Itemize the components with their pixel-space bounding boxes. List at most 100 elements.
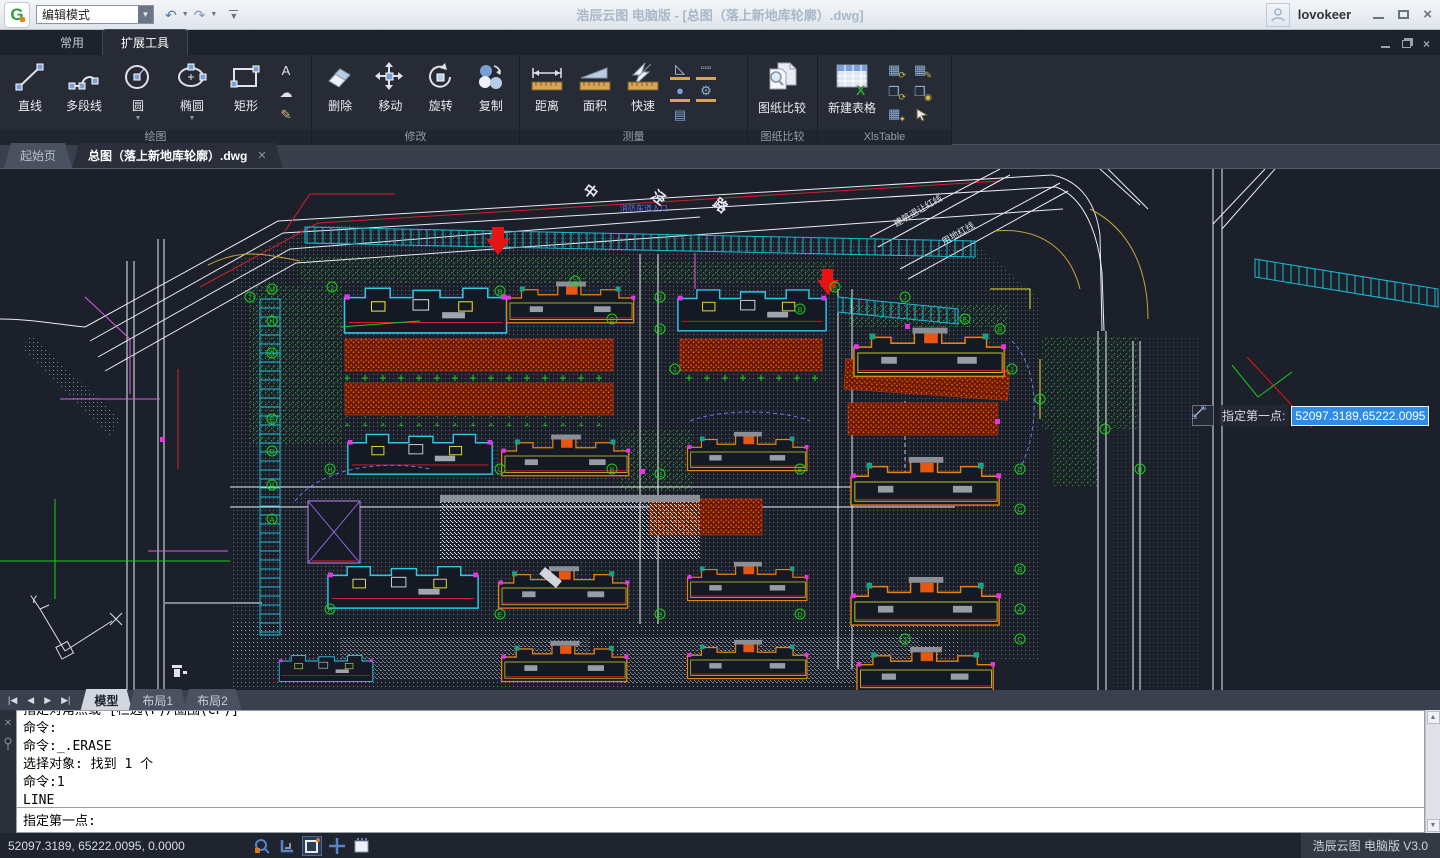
svg-text:M: M: [269, 287, 275, 294]
layout-tab-bar: |◀ ◀ ▶ ▶| 模型 布局1 布局2: [0, 690, 1440, 710]
ribbon-tab-common[interactable]: 常用: [42, 30, 102, 55]
table-edit-icon[interactable]: ▦✎: [912, 61, 932, 80]
mode-select-value: 编辑模式: [42, 6, 90, 23]
dynamic-input-value[interactable]: 52097.3189,65222.0095: [1291, 406, 1429, 426]
mdi-window-controls: ×: [1371, 39, 1440, 55]
sketch-pen-icon[interactable]: ✎: [276, 105, 296, 124]
svg-text:A: A: [270, 517, 275, 524]
svg-text:8: 8: [833, 285, 837, 292]
svg-text:B: B: [798, 307, 803, 314]
area-button[interactable]: 面积: [572, 57, 618, 129]
line-command-icon: [1192, 405, 1214, 426]
new-table-icon: X: [832, 59, 872, 97]
rotate-button[interactable]: 旋转: [417, 57, 465, 129]
mdi-minimize-button[interactable]: [1381, 41, 1390, 48]
revision-cloud-icon[interactable]: ☁: [276, 83, 296, 102]
minimize-button[interactable]: [1373, 10, 1384, 19]
close-doc-icon[interactable]: ✕: [257, 149, 266, 162]
distance-button[interactable]: 距离: [524, 57, 570, 129]
svg-text:L: L: [498, 467, 502, 474]
tab-layout1[interactable]: 布局1: [128, 689, 187, 712]
radius-measure-icon[interactable]: ●: [670, 83, 690, 102]
rectangle-button[interactable]: 矩形: [220, 57, 272, 129]
document-tab-bar: 起始页 总图（落上新地库轮廓）.dwg ✕: [0, 145, 1440, 168]
tab-layout2[interactable]: 布局2: [183, 689, 242, 712]
titlebar: G 编辑模式 ▼ ↶ ▼ ↷ ▼ ▼ 浩辰云图 电脑版 - [总图（落上新地库轮…: [0, 0, 1440, 30]
first-layout-icon[interactable]: |◀: [8, 695, 17, 706]
ellipse-button[interactable]: 椭圆 ▼: [166, 57, 218, 129]
circle-button[interactable]: 圆 ▼: [112, 57, 164, 129]
object-snap-icon[interactable]: [302, 836, 322, 856]
scroll-down-icon[interactable]: ▼: [1427, 819, 1440, 832]
settings-measure-icon[interactable]: ⚙: [696, 83, 716, 102]
last-layout-icon[interactable]: ▶|: [61, 695, 70, 706]
quick-measure-button[interactable]: 快速: [620, 57, 666, 129]
command-close-icon[interactable]: ✕: [4, 718, 12, 729]
mdi-restore-button[interactable]: [1402, 40, 1411, 48]
sheet-link-icon[interactable]: ❐◉: [912, 83, 932, 102]
command-input[interactable]: 指定第一点:: [17, 807, 1424, 832]
circle-dropdown-icon[interactable]: ▼: [135, 115, 142, 122]
select-table-icon[interactable]: [912, 105, 932, 124]
erase-button[interactable]: 删除: [316, 57, 364, 129]
close-button[interactable]: ×: [1423, 9, 1432, 21]
command-pin-icon[interactable]: [3, 737, 13, 751]
command-line: 命令:_.ERASE: [23, 738, 1418, 756]
svg-text:C: C: [1017, 507, 1022, 514]
rectangle-icon: [228, 59, 264, 95]
mdi-close-button[interactable]: ×: [1423, 39, 1430, 49]
ribbon-tab-extended-tools[interactable]: 扩展工具: [102, 29, 188, 55]
group-label-xlstable: XlsTable: [818, 130, 951, 145]
drawing-compare-button[interactable]: 图纸比较: [752, 57, 812, 129]
redo-dropdown-icon[interactable]: ▼: [208, 11, 219, 18]
drawing-viewport[interactable]: MHG 71B 2CJ B1B 8JE B12 EDB AHL BJB DCB …: [0, 168, 1440, 690]
svg-text:A: A: [1018, 607, 1023, 614]
drawing-canvas[interactable]: MHG 71B 2CJ B1B 8JE B12 EDB AHL BJB DCB …: [0, 169, 1440, 691]
line-button[interactable]: 直线: [4, 57, 56, 129]
svg-text:J: J: [658, 472, 662, 479]
redo-icon[interactable]: ↷: [193, 6, 207, 24]
mode-select[interactable]: 编辑模式 ▼: [36, 5, 154, 24]
ortho-mode-icon[interactable]: [277, 836, 297, 856]
scroll-up-icon[interactable]: ▲: [1427, 711, 1440, 724]
command-scrollbar[interactable]: ▲ ▼: [1425, 710, 1440, 833]
sheet-update-icon[interactable]: ❐⟳: [886, 83, 906, 102]
circle-icon: [120, 59, 156, 95]
model-space-icon[interactable]: [352, 836, 372, 856]
copy-button[interactable]: 复制: [467, 57, 515, 129]
next-layout-icon[interactable]: ▶: [44, 695, 51, 706]
svg-text:H: H: [327, 467, 332, 474]
zoom-tool-icon[interactable]: [252, 836, 272, 856]
angle-measure-icon[interactable]: ◺: [670, 61, 690, 80]
dynamic-input-tooltip: 指定第一点: 52097.3189,65222.0095: [1192, 405, 1429, 426]
tab-model[interactable]: 模型: [80, 689, 132, 712]
polyline-button[interactable]: 多段线: [58, 57, 110, 129]
move-button[interactable]: 移动: [366, 57, 414, 129]
customize-toolbar-icon[interactable]: ▼: [229, 10, 238, 20]
command-history[interactable]: 指定对角点或 [栏选(F)/圈围(CP)] 命令: 命令:_.ERASE 选择对…: [17, 711, 1424, 807]
command-window: ✕ 指定对角点或 [栏选(F)/圈围(CP)] 命令: 命令:_.ERASE 选…: [0, 710, 1440, 833]
coordinates-measure-icon[interactable]: ▫▫▫: [696, 61, 716, 80]
svg-text:1: 1: [673, 367, 677, 374]
crosshair-mode-icon[interactable]: [327, 836, 347, 856]
app-logo-icon[interactable]: G: [4, 2, 30, 28]
svg-text:C: C: [1017, 637, 1022, 644]
list-measure-icon[interactable]: ▤: [670, 105, 690, 124]
tab-start-page[interactable]: 起始页: [4, 143, 72, 168]
table-update-icon[interactable]: ▦⟳: [886, 61, 906, 80]
user-avatar[interactable]: [1266, 3, 1290, 27]
maximize-button[interactable]: [1398, 10, 1409, 19]
tab-drawing-dwg[interactable]: 总图（落上新地库轮廓）.dwg ✕: [72, 143, 283, 168]
chevron-down-icon[interactable]: ▼: [138, 6, 153, 23]
svg-text:J: J: [658, 295, 662, 302]
table-settings-icon[interactable]: ▦✦: [886, 105, 906, 124]
new-table-button[interactable]: X 新建表格: [822, 57, 882, 129]
prev-layout-icon[interactable]: ◀: [27, 695, 34, 706]
titlebar-right: lovokeer ×: [1266, 3, 1440, 27]
version-label: 浩辰云图 电脑版 V3.0: [1301, 833, 1440, 858]
text-icon[interactable]: A: [276, 61, 296, 80]
username: lovokeer: [1298, 7, 1351, 22]
undo-icon[interactable]: ↶: [164, 6, 178, 24]
undo-dropdown-icon[interactable]: ▼: [180, 11, 191, 18]
ellipse-dropdown-icon[interactable]: ▼: [189, 115, 196, 122]
